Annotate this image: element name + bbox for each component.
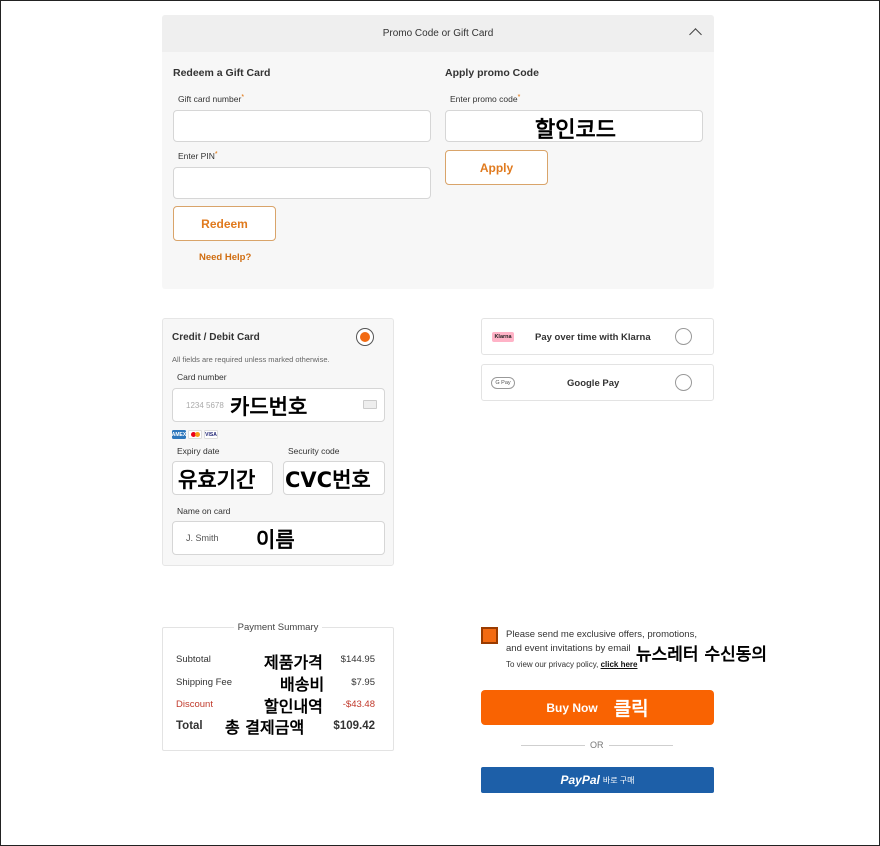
summary-title: Payment Summary [163,622,393,633]
visa-icon: VISA [204,430,218,439]
privacy-text: To view our privacy policy, [506,660,601,669]
klarna-label: Pay over time with Klarna [535,332,651,343]
promo-code-title: Apply promo Code [445,67,539,79]
annotation-click: 클릭 [613,698,649,720]
payment-summary: Payment Summary Subtotal 제품가격 $144.95 Sh… [162,622,394,751]
expiry-label: Expiry date [177,446,220,456]
paypal-logo-icon: PayPal [560,773,600,787]
annotation-expiry: 유효기간 [178,468,256,492]
paypal-button[interactable]: PayPal 바로 구매 [481,767,714,793]
google-pay-label: Google Pay [567,378,620,389]
gift-card-number-input[interactable] [173,110,431,142]
subtotal-value: $144.95 [340,654,375,665]
gift-card-pin-input[interactable] [173,167,431,199]
card-title: Credit / Debit Card [172,332,260,343]
need-help-link[interactable]: Need Help? [199,252,251,263]
total-label: Total [176,720,203,732]
or-divider-left [521,745,585,746]
shipping-label: Shipping Fee [176,677,232,688]
buy-now-button[interactable]: Buy Now 클릭 [481,690,714,725]
klarna-logo-icon: Klarna [492,332,514,342]
discount-value: -$43.48 [342,699,375,710]
card-radio-selected[interactable] [356,328,374,346]
card-generic-icon [363,400,377,409]
mastercard-icon [188,430,202,439]
annotation-card-number: 카드번호 [230,395,308,419]
subtotal-label: Subtotal [176,654,211,665]
required-note: All fields are required unless marked ot… [172,355,330,364]
google-pay-radio[interactable] [675,374,692,391]
promo-header[interactable]: Promo Code or Gift Card [162,15,714,52]
gift-card-pin-label: Enter PIN* [178,151,218,161]
buy-now-label: Buy Now [546,700,598,715]
or-divider-right [609,745,673,746]
amex-icon: AMEX [171,430,187,439]
promo-header-title: Promo Code or Gift Card [382,28,494,39]
shipping-value: $7.95 [351,677,375,688]
google-pay-logo-icon: G Pay [491,377,515,389]
card-number-placeholder: 1234 5678 [186,401,224,410]
security-code-label: Security code [288,446,340,456]
annotation-total: 총 결제금액 [225,718,305,737]
annotation-name: 이름 [256,528,295,552]
klarna-option[interactable]: Klarna Pay over time with Klarna [481,318,714,355]
apply-button[interactable]: Apply [445,150,548,185]
annotation-promo-code: 할인코드 [535,118,616,143]
gift-card-number-label: Gift card number* [178,94,245,104]
klarna-radio[interactable] [675,328,692,345]
newsletter-checkbox[interactable] [481,627,498,644]
redeem-button[interactable]: Redeem [173,206,276,241]
annotation-cvc: CVC번호 [285,468,371,492]
annotation-subtotal: 제품가격 [264,653,323,672]
discount-label: Discount [176,699,213,710]
chevron-up-icon[interactable] [689,28,702,41]
annotation-newsletter: 뉴스레터 수신동의 [636,645,768,665]
name-placeholder: J. Smith [186,533,219,543]
annotation-shipping: 배송비 [280,675,325,694]
privacy-link[interactable]: click here [601,660,638,669]
total-value: $109.42 [333,720,375,732]
card-number-label: Card number [177,372,227,382]
gift-card-title: Redeem a Gift Card [173,67,271,79]
card-payment-panel[interactable]: Credit / Debit Card All fields are requi… [162,318,394,566]
promo-panel: Promo Code or Gift Card Redeem a Gift Ca… [162,15,714,289]
promo-code-label: Enter promo code* [450,94,521,104]
name-on-card-label: Name on card [177,506,231,516]
paypal-suffix: 바로 구매 [602,775,635,785]
or-text: OR [590,740,604,750]
google-pay-option[interactable]: G Pay Google Pay [481,364,714,401]
privacy-note: To view our privacy policy, click here [506,660,637,669]
